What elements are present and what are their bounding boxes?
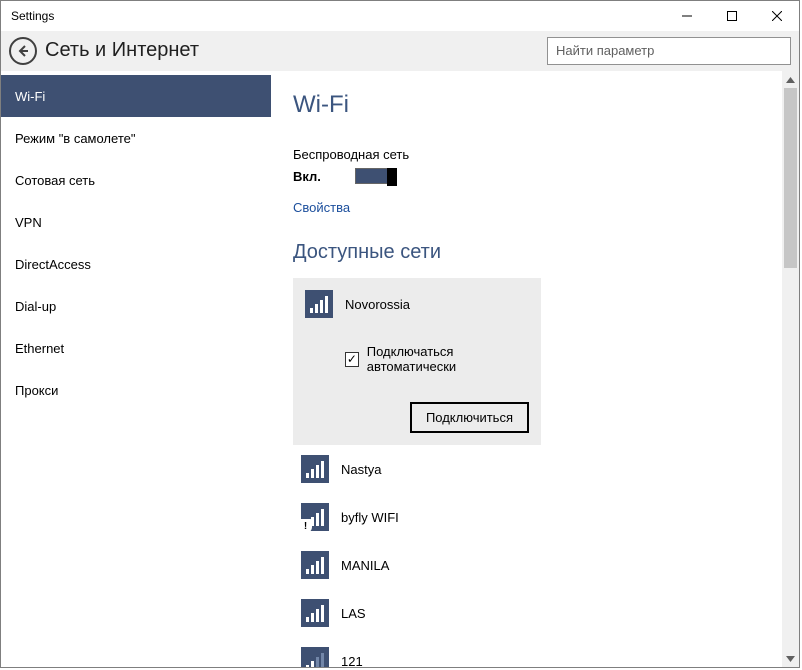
toggle-knob	[387, 168, 397, 186]
auto-connect-label: Подключаться автоматически	[367, 344, 529, 374]
maximize-button[interactable]	[709, 1, 754, 31]
sidebar-item-cellular[interactable]: Сотовая сеть	[1, 159, 271, 201]
scroll-down-arrow[interactable]	[782, 650, 799, 667]
wifi-signal-icon	[301, 647, 329, 667]
wifi-toggle[interactable]	[355, 168, 397, 184]
sidebar-item-directaccess[interactable]: DirectAccess	[1, 243, 271, 285]
sidebar-item-dialup[interactable]: Dial-up	[1, 285, 271, 327]
network-name: Novorossia	[345, 297, 410, 312]
close-button[interactable]	[754, 1, 799, 31]
network-name: LAS	[341, 606, 366, 621]
vertical-scrollbar[interactable]	[782, 71, 799, 667]
body: Wi-Fi Режим "в самолете" Сотовая сеть VP…	[1, 71, 799, 667]
sidebar-item-ethernet[interactable]: Ethernet	[1, 327, 271, 369]
network-item[interactable]: MANILA	[293, 541, 760, 589]
wifi-toggle-state: Вкл.	[293, 169, 355, 184]
scroll-track[interactable]	[782, 88, 799, 650]
auto-connect-checkbox[interactable]: ✓	[345, 352, 359, 367]
wireless-label: Беспроводная сеть	[293, 147, 760, 162]
minimize-button[interactable]	[664, 1, 709, 31]
wifi-toggle-row: Вкл.	[293, 168, 760, 184]
sidebar-item-airplane[interactable]: Режим "в самолете"	[1, 117, 271, 159]
content-area: Wi-Fi Беспроводная сеть Вкл. Свойства До…	[271, 71, 799, 667]
window-title: Settings	[11, 9, 54, 23]
wifi-signal-icon	[305, 290, 333, 318]
wifi-signal-icon: !	[301, 503, 329, 531]
content-heading: Wi-Fi	[293, 91, 760, 119]
network-item[interactable]: Nastya	[293, 445, 760, 493]
network-name: 121	[341, 654, 363, 668]
warning-icon: !	[299, 519, 312, 533]
content: Wi-Fi Беспроводная сеть Вкл. Свойства До…	[271, 71, 782, 667]
titlebar: Settings	[1, 1, 799, 31]
wifi-signal-icon	[301, 551, 329, 579]
wifi-signal-icon	[301, 599, 329, 627]
properties-link[interactable]: Свойства	[293, 200, 350, 215]
sidebar: Wi-Fi Режим "в самолете" Сотовая сеть VP…	[1, 71, 271, 667]
network-name: byfly WIFI	[341, 510, 399, 525]
header: Сеть и Интернет Найти параметр	[1, 31, 799, 71]
network-item[interactable]: 121	[293, 637, 760, 667]
network-item[interactable]: LAS	[293, 589, 760, 637]
connect-button[interactable]: Подключиться	[410, 402, 529, 433]
back-button[interactable]	[9, 37, 37, 65]
search-input[interactable]: Найти параметр	[547, 37, 791, 65]
search-placeholder: Найти параметр	[556, 43, 654, 58]
settings-window: Settings Сеть и Интернет Найти параметр …	[0, 0, 800, 668]
available-networks-heading: Доступные сети	[293, 241, 760, 264]
network-name: MANILA	[341, 558, 389, 573]
scroll-thumb[interactable]	[784, 88, 797, 268]
auto-connect-row: ✓ Подключаться автоматически	[345, 344, 529, 374]
network-name: Nastya	[341, 462, 381, 477]
page-title: Сеть и Интернет	[45, 39, 199, 62]
sidebar-item-proxy[interactable]: Прокси	[1, 369, 271, 411]
sidebar-item-vpn[interactable]: VPN	[1, 201, 271, 243]
scroll-up-arrow[interactable]	[782, 71, 799, 88]
wifi-signal-icon	[301, 455, 329, 483]
sidebar-item-wifi[interactable]: Wi-Fi	[1, 75, 271, 117]
network-item[interactable]: ! byfly WIFI	[293, 493, 760, 541]
network-item-selected[interactable]: Novorossia ✓ Подключаться автоматически …	[293, 278, 541, 445]
